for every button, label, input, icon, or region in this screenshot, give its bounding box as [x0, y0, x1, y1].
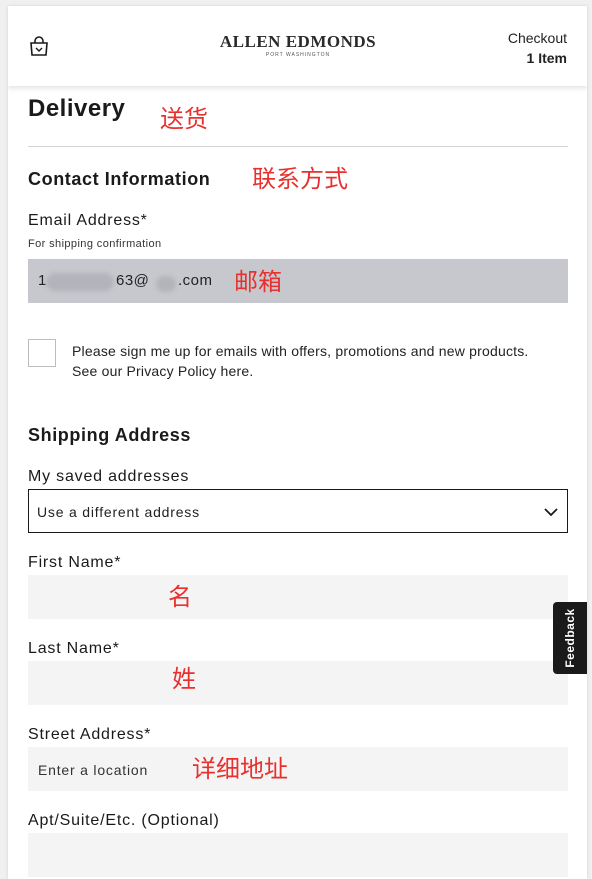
saved-addresses-label: My saved addresses — [28, 468, 190, 485]
first-name-label: First Name* — [28, 554, 122, 571]
checkout-summary: Checkout 1 Item — [508, 28, 567, 68]
logo-subtitle: PORT WASHINGTON — [265, 52, 331, 58]
street-address-label: Street Address* — [28, 726, 152, 743]
annotation-street: 详细地址 — [192, 755, 288, 783]
annotation-delivery: 送货 — [160, 105, 208, 133]
title-divider — [28, 146, 568, 147]
shopping-bag-icon[interactable] — [28, 35, 50, 57]
email-redaction-domain — [156, 276, 176, 292]
annotation-contact: 联系方式 — [252, 165, 348, 193]
shipping-heading: Shipping Address — [28, 425, 191, 445]
email-value-mid: 63@ — [116, 272, 150, 289]
street-address-placeholder: Enter a location — [38, 762, 149, 778]
annotation-email: 邮箱 — [234, 268, 282, 296]
first-name-field[interactable] — [28, 575, 568, 619]
logo-wordmark: ALLEN EDMONDS — [219, 32, 377, 51]
annotation-last-name: 姓 — [172, 665, 196, 693]
apt-field[interactable] — [28, 833, 568, 877]
email-field[interactable]: 1 63@ .com — [28, 259, 568, 303]
checkout-label: Checkout — [507, 30, 567, 46]
site-header: ALLEN EDMONDS PORT WASHINGTON Checkout 1… — [8, 6, 587, 86]
feedback-label: Feedback — [563, 608, 577, 668]
contact-heading: Contact Information — [28, 169, 211, 189]
email-value-end: .com — [178, 272, 213, 289]
email-consent-text: Please sign me up for emails with offers… — [72, 343, 529, 379]
checkout-page: ALLEN EDMONDS PORT WASHINGTON Checkout 1… — [8, 6, 587, 879]
annotation-first-name: 名 — [168, 583, 192, 611]
email-hint: For shipping confirmation — [28, 238, 162, 250]
brand-logo[interactable]: ALLEN EDMONDS PORT WASHINGTON — [188, 32, 408, 58]
feedback-tab[interactable]: Feedback — [553, 602, 587, 674]
saved-addresses-value: Use a different address — [37, 504, 200, 520]
chevron-down-icon — [544, 508, 558, 517]
email-label: Email Address* — [28, 212, 148, 229]
street-address-field[interactable]: Enter a location — [28, 747, 568, 791]
saved-addresses-select[interactable]: Use a different address — [28, 489, 568, 533]
page-title: Delivery — [28, 95, 126, 122]
checkout-item-count: 1 Item — [526, 50, 567, 66]
last-name-field[interactable] — [28, 661, 568, 705]
last-name-label: Last Name* — [28, 640, 120, 657]
email-consent-checkbox[interactable] — [28, 339, 56, 367]
email-redaction — [46, 273, 114, 291]
apt-label: Apt/Suite/Etc. (Optional) — [28, 812, 220, 829]
